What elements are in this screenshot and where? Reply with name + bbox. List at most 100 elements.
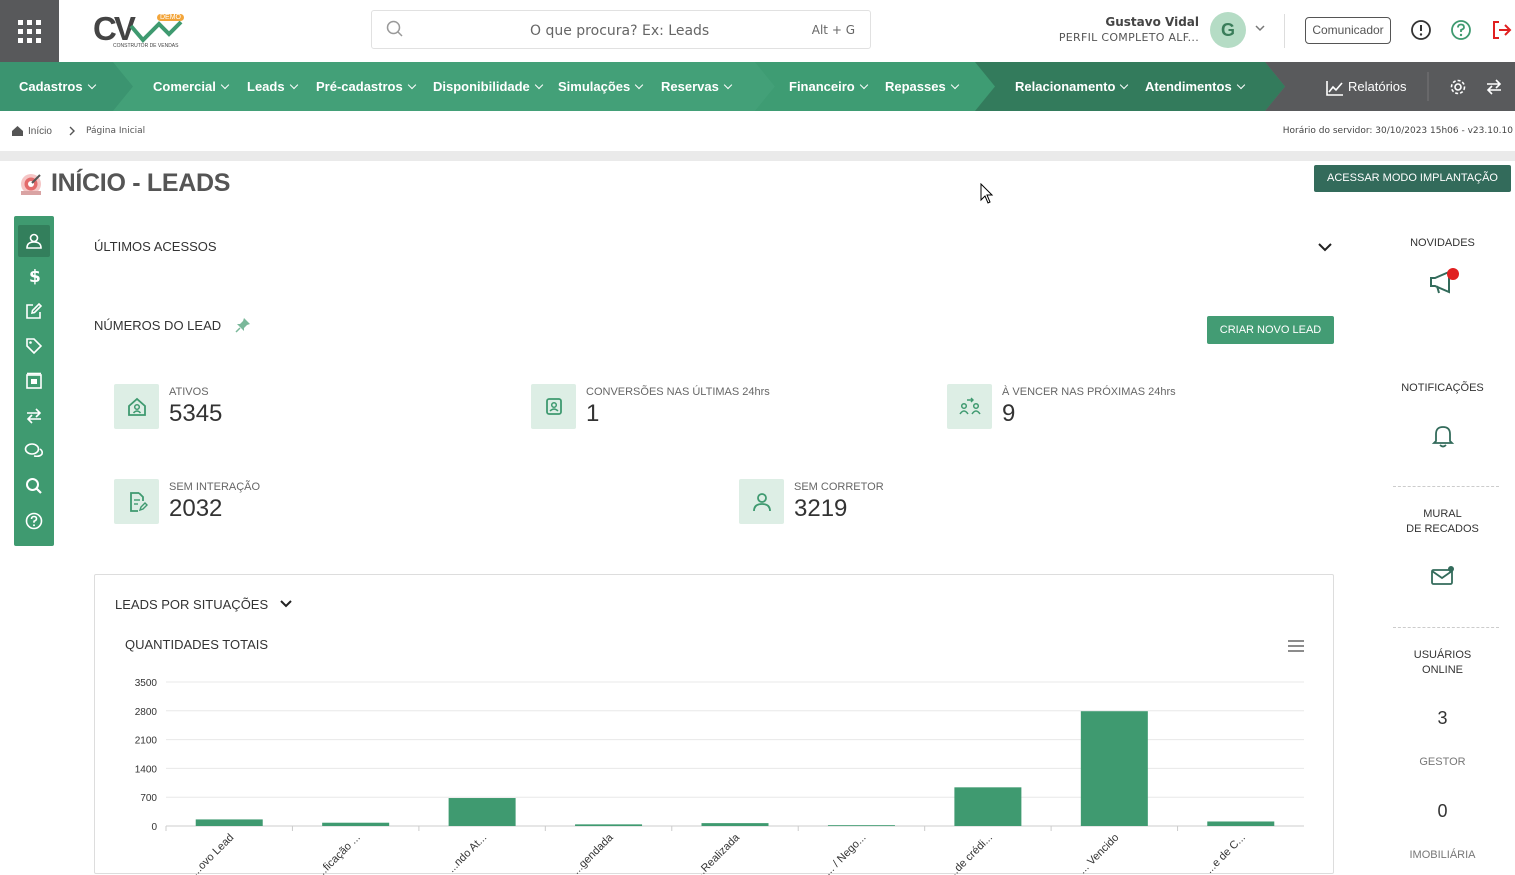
dollar-icon: $: [29, 267, 41, 285]
menu-pre-cadastros[interactable]: Pré-cadastros: [316, 62, 416, 111]
badge-user-icon: [545, 397, 562, 415]
gear-icon[interactable]: [1449, 78, 1467, 96]
menu-label: Relacionamento: [1015, 79, 1116, 94]
menu-label: Relatórios: [1348, 79, 1407, 94]
tag-tool-button[interactable]: [18, 330, 50, 362]
gestor-label: GESTOR: [1419, 756, 1466, 768]
menu-label: Pré-cadastros: [316, 79, 403, 94]
help-icon[interactable]: [1450, 19, 1472, 41]
reservation-tool-button[interactable]: [18, 365, 50, 397]
search-tool-button[interactable]: [18, 470, 50, 502]
mural-label-line2[interactable]: DE RECADOS: [1380, 523, 1505, 535]
y-tick-label: 1400: [135, 764, 158, 775]
edit-tool-button[interactable]: [18, 295, 50, 327]
bar[interactable]: [575, 824, 643, 826]
menu-leads[interactable]: Leads: [247, 62, 298, 111]
megaphone-icon[interactable]: [1427, 264, 1459, 296]
recent-access-title[interactable]: ÚLTIMOS ACESSOS: [94, 239, 217, 254]
implant-mode-button[interactable]: ACESSAR MODO IMPLANTAÇÃO: [1314, 165, 1511, 192]
apps-grid-icon[interactable]: [0, 0, 59, 62]
menu-cadastros[interactable]: Cadastros: [19, 62, 96, 111]
divider: [0, 151, 1515, 161]
menu-relatorios[interactable]: Relatórios: [1326, 62, 1407, 111]
bar[interactable]: [1207, 821, 1275, 826]
chat-tool-button[interactable]: [18, 435, 50, 467]
gestor-count: 0: [1437, 801, 1448, 821]
users-exchange-icon: [958, 397, 981, 414]
menu-simulacoes[interactable]: Simulações: [558, 62, 644, 111]
user-info[interactable]: Gustavo Vidal PERFIL COMPLETO ALF...: [1059, 15, 1199, 44]
leads-tool-button[interactable]: [18, 225, 50, 257]
x-tick-label: ...ovo Lead: [189, 832, 236, 875]
online-count: 3: [1437, 708, 1448, 728]
menu-label: Disponibilidade: [433, 79, 530, 94]
reservation-icon: [26, 372, 42, 389]
x-tick-label: ... / Nego...: [822, 832, 869, 875]
house-icon: [127, 397, 146, 416]
menu-financeiro[interactable]: Financeiro: [789, 62, 868, 111]
stat-value: 9: [1002, 400, 1016, 427]
help-icon: [25, 512, 43, 530]
communicator-button[interactable]: Comunicador: [1305, 17, 1391, 44]
x-tick-label: ...ficação ...: [315, 832, 363, 875]
svg-text:$: $: [29, 267, 41, 285]
chart-line-icon: [1326, 80, 1343, 96]
y-tick-label: 700: [140, 793, 157, 804]
bar[interactable]: [954, 787, 1022, 826]
y-tick-label: 2800: [135, 707, 158, 718]
bell-icon[interactable]: [1431, 423, 1455, 449]
edit-icon: [26, 302, 43, 319]
stat-icon-box: [114, 384, 159, 429]
mail-icon[interactable]: [1430, 565, 1456, 587]
menu-label: Atendimentos: [1145, 79, 1232, 94]
bar[interactable]: [322, 822, 390, 826]
menu-disponibilidade[interactable]: Disponibilidade: [433, 62, 544, 111]
divider: [1393, 627, 1499, 628]
transfer-tool-button[interactable]: [18, 400, 50, 432]
bar[interactable]: [701, 823, 769, 826]
app-logo[interactable]: CV DEMO CONSTRUTOR DE VENDAS: [93, 10, 188, 52]
stat-value: 3219: [794, 495, 848, 522]
mural-label-line1[interactable]: MURAL: [1380, 508, 1505, 520]
target-icon: [21, 174, 41, 195]
news-label[interactable]: NOVIDADES: [1380, 237, 1505, 249]
bar[interactable]: [195, 819, 263, 826]
finance-tool-button[interactable]: $: [18, 260, 50, 292]
bar[interactable]: [827, 825, 895, 826]
page-title: INÍCIO - LEADS: [51, 169, 231, 197]
server-time: Horário do servidor: 30/10/2023 15h06 - …: [1282, 126, 1513, 136]
user-icon: [752, 492, 771, 511]
bar[interactable]: [1080, 711, 1148, 826]
x-tick-label: ...Realizada: [693, 831, 743, 875]
imobiliaria-label: IMOBILIÁRIA: [1409, 849, 1476, 861]
y-tick-label: 0: [151, 822, 157, 833]
menu-reservas[interactable]: Reservas: [661, 62, 733, 111]
help-tool-button[interactable]: [18, 505, 50, 537]
menu-repasses[interactable]: Repasses: [885, 62, 959, 111]
pin-icon[interactable]: [235, 317, 251, 333]
chevron-down-icon[interactable]: [1254, 22, 1266, 34]
menu-label: Comercial: [153, 79, 216, 94]
x-tick-label: ...de crédi...: [946, 832, 995, 875]
document-edit-icon: [129, 491, 148, 512]
logo-tagline: CONSTRUTOR DE VENDAS: [113, 43, 179, 49]
create-lead-button[interactable]: CRIAR NOVO LEAD: [1207, 316, 1334, 344]
menu-label: Cadastros: [19, 79, 83, 94]
swap-icon: [26, 408, 42, 424]
bar[interactable]: [448, 798, 516, 826]
menu-label: Financeiro: [789, 79, 855, 94]
breadcrumb-home[interactable]: Início: [28, 126, 52, 137]
info-icon[interactable]: [1410, 19, 1432, 41]
chevron-down-icon[interactable]: [1317, 241, 1333, 253]
global-search[interactable]: O que procura? Ex: Leads Alt + G: [371, 10, 871, 49]
stat-value: 2032: [169, 495, 223, 522]
menu-comercial[interactable]: Comercial: [153, 62, 230, 111]
tag-icon: [26, 338, 43, 355]
avatar[interactable]: G: [1210, 12, 1246, 48]
menu-relacionamento[interactable]: Relacionamento: [1015, 62, 1129, 111]
swap-icon[interactable]: [1485, 78, 1503, 96]
menu-atendimentos[interactable]: Atendimentos: [1145, 62, 1245, 111]
logout-icon[interactable]: [1490, 19, 1512, 41]
notifications-label[interactable]: NOTIFICAÇÕES: [1380, 382, 1505, 394]
home-icon[interactable]: [11, 125, 24, 137]
